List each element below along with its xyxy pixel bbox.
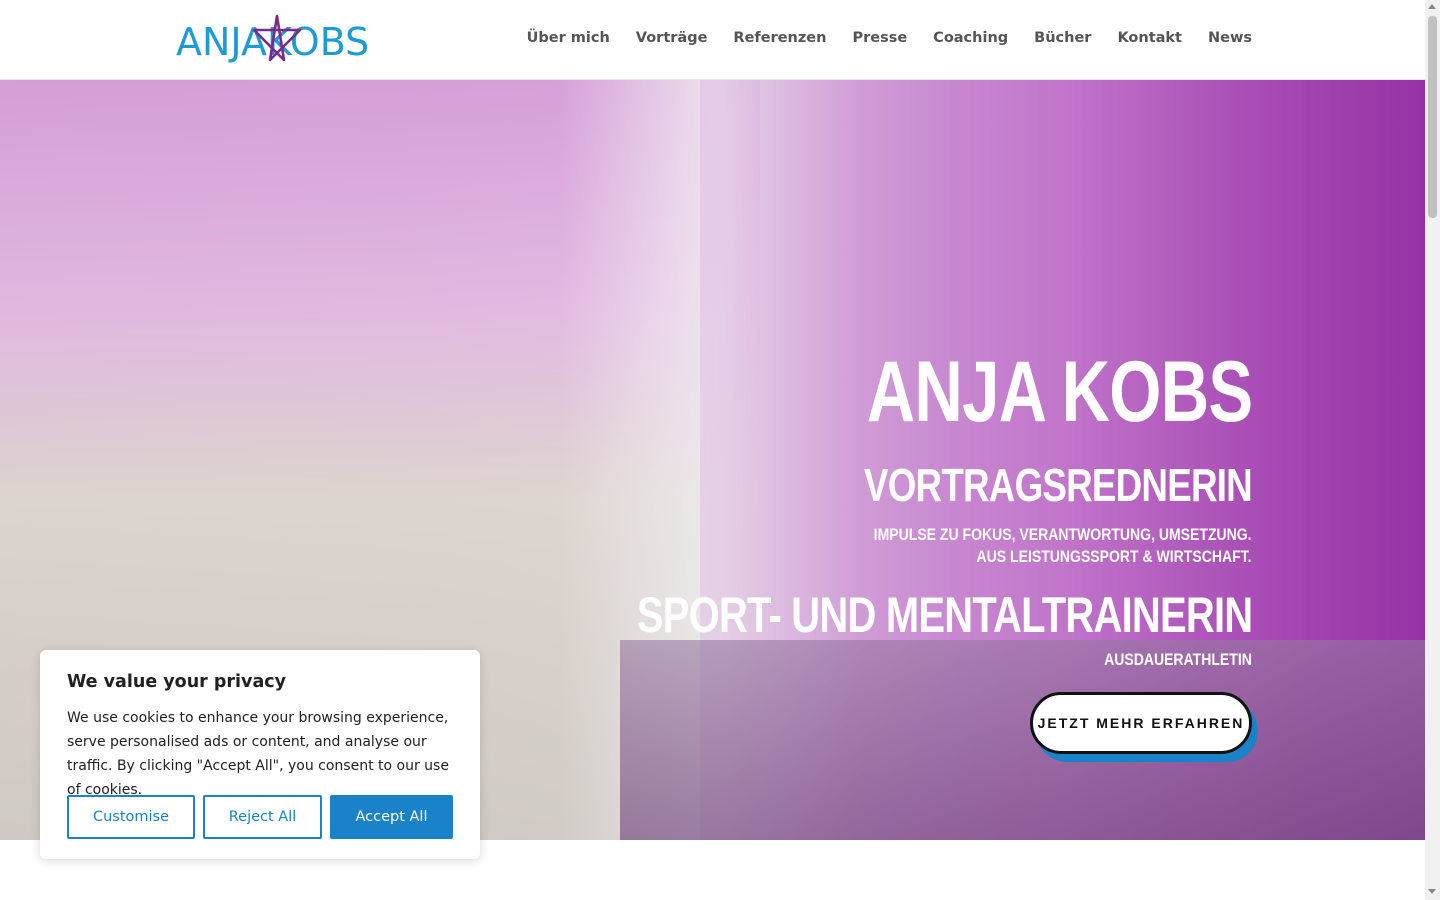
hero-tagline-line2: AUS LEISTUNGSSPORT & WIRTSCHAFT. [976,548,1252,566]
hero-subtitle-trainer: SPORT- UND MENTALTRAINERIN [636,587,1253,643]
reject-all-button[interactable]: Reject All [203,795,322,839]
main-nav: Über mich Vorträge Referenzen Presse Coa… [527,30,1252,46]
scroll-down-arrow-icon[interactable] [1428,889,1436,894]
nav-item-buecher[interactable]: Bücher [1008,30,1091,46]
cookie-message: We use cookies to enhance your browsing … [67,710,449,798]
cookie-consent-banner: We value your privacy We use cookies to … [40,650,480,859]
nav-item-referenzen[interactable]: Referenzen [707,30,826,46]
page-scrollbar[interactable] [1425,0,1440,900]
scroll-thumb[interactable] [1428,16,1437,218]
hero-tagline: IMPULSE ZU FOKUS, VERANTWORTUNG, UMSETZU… [874,524,1252,568]
nav-item-kontakt[interactable]: Kontakt [1091,30,1182,46]
cookie-buttons: Customise Reject All Accept All [67,795,453,839]
hero-subtitle-speaker: VORTRAGSREDNERIN [864,459,1253,511]
nav-item-news[interactable]: News [1182,30,1252,46]
site-header: ANJAKOBS Über mich Vorträge Referenzen P… [0,0,1425,80]
hero-tagline-athlete: AUSDAUERATHLETIN [1104,651,1252,669]
nav-item-presse[interactable]: Presse [826,30,907,46]
hero-title: ANJA KOBS [866,344,1252,440]
hero-tagline-line1: IMPULSE ZU FOKUS, VERANTWORTUNG, UMSETZU… [874,526,1252,544]
learn-more-button[interactable]: JETZT MEHR ERFAHREN [1030,692,1252,754]
customise-button[interactable]: Customise [67,795,195,839]
cta-wrapper: JETZT MEHR ERFAHREN [1030,692,1258,762]
nav-item-vortraege[interactable]: Vorträge [610,30,708,46]
nav-item-coaching[interactable]: Coaching [907,30,1008,46]
hero-road [620,640,1425,840]
site-logo[interactable]: ANJAKOBS [176,14,372,66]
logo-star-icon [252,14,302,62]
scroll-up-arrow-icon[interactable] [1428,4,1436,9]
nav-item-ueber-mich[interactable]: Über mich [527,30,610,46]
accept-all-button[interactable]: Accept All [330,795,453,839]
cookie-title: We value your privacy [67,672,287,692]
